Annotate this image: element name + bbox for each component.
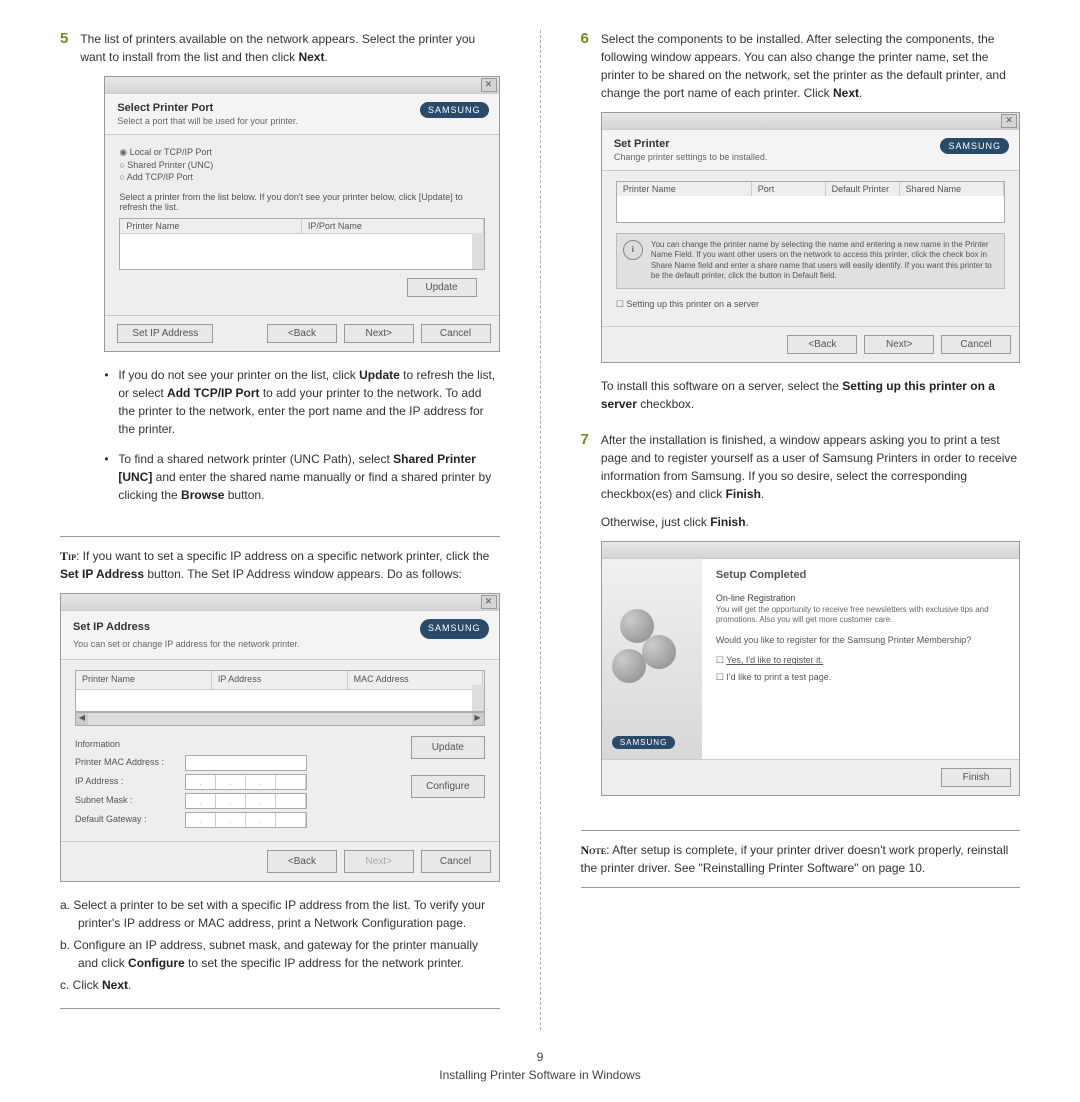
col-printer-name: Printer Name	[120, 219, 302, 233]
step-7: 7 After the installation is finished, a …	[581, 431, 1021, 810]
samsung-logo: SAMSUNG	[612, 736, 675, 749]
scrollbar[interactable]	[472, 233, 484, 269]
step-a: a. Select a printer to be set with a spe…	[60, 896, 500, 932]
finish-button[interactable]: Finish	[941, 768, 1011, 787]
col-ip-port: IP/Port Name	[302, 219, 484, 233]
mac-label: Printer MAC Address :	[75, 756, 185, 770]
tip-box: Tip: If you want to set a specific IP ad…	[60, 536, 500, 1009]
next-button[interactable]: Next>	[344, 324, 414, 343]
bullet-shared: To find a shared network printer (UNC Pa…	[104, 450, 499, 504]
cancel-button[interactable]: Cancel	[421, 324, 491, 343]
step-7-otherwise: Otherwise, just click Finish.	[601, 513, 1020, 531]
post-step6-text: To install this software on a server, se…	[601, 377, 1020, 413]
step-number: 7	[581, 431, 589, 810]
close-icon[interactable]: ✕	[481, 595, 497, 609]
bullet-update: If you do not see your printer on the li…	[104, 366, 499, 438]
page-footer: 9 Installing Printer Software in Windows	[0, 1050, 1080, 1102]
next-button: Next>	[344, 850, 414, 873]
step-b: b. Configure an IP address, subnet mask,…	[60, 936, 500, 972]
mask-field[interactable]: ...	[185, 793, 307, 809]
server-checkbox[interactable]: Setting up this printer on a server	[616, 299, 1005, 310]
radio-shared-unc[interactable]: Shared Printer (UNC)	[119, 160, 484, 170]
ip-field[interactable]: ...	[185, 774, 307, 790]
dialog-set-ip: ✕ Set IP Address You can set or change I…	[60, 593, 500, 882]
step-7-text: After the installation is finished, a wi…	[601, 431, 1020, 503]
update-button[interactable]: Update	[407, 278, 477, 297]
hint-text: Select a printer from the list below. If…	[119, 192, 484, 212]
col-port: Port	[752, 182, 826, 196]
step-c: c. Click Next.	[60, 976, 500, 994]
ip-printer-grid[interactable]: Printer NameIP AddressMAC Address	[75, 670, 485, 712]
step-6-text: Select the components to be installed. A…	[601, 30, 1020, 102]
registration-question: Would you like to register for the Samsu…	[716, 635, 1005, 645]
note-box: Note: After setup is complete, if your p…	[581, 830, 1021, 888]
col-printer-name: Printer Name	[617, 182, 752, 196]
testpage-checkbox[interactable]: I'd like to print a test page.	[716, 672, 1005, 683]
col-ip-address: IP Address	[212, 671, 348, 689]
step-5-text: The list of printers available on the ne…	[80, 30, 499, 66]
set-ip-button[interactable]: Set IP Address	[117, 324, 213, 343]
dialog-select-printer-port: ✕ Select Printer Port Select a port that…	[104, 76, 499, 352]
back-button[interactable]: <Back	[267, 850, 337, 873]
step-5: 5 The list of printers available on the …	[60, 30, 500, 516]
info-label: Information	[75, 738, 397, 752]
step-number: 6	[581, 30, 589, 423]
samsung-logo: SAMSUNG	[420, 102, 489, 118]
registration-text: You will get the opportunity to receive …	[716, 605, 1005, 626]
step-6: 6 Select the components to be installed.…	[581, 30, 1021, 423]
setup-completed-title: Setup Completed	[716, 569, 1005, 581]
registration-heading: On-line Registration	[716, 593, 1005, 603]
register-checkbox[interactable]: Yes, I'd like to register it.	[716, 655, 1005, 666]
samsung-logo: SAMSUNG	[420, 619, 489, 639]
col-printer-name: Printer Name	[76, 671, 212, 689]
radio-add-tcpip[interactable]: Add TCP/IP Port	[119, 172, 484, 182]
mac-field[interactable]	[185, 755, 307, 771]
gw-field[interactable]: ...	[185, 812, 307, 828]
cancel-button[interactable]: Cancel	[941, 335, 1011, 354]
page-number: 9	[0, 1050, 1080, 1064]
col-mac-address: MAC Address	[348, 671, 484, 689]
gw-label: Default Gateway :	[75, 813, 185, 827]
printer-list-grid[interactable]: Printer NameIP/Port Name	[119, 218, 484, 270]
samsung-logo: SAMSUNG	[940, 138, 1009, 154]
step-number: 5	[60, 30, 68, 516]
info-panel: i You can change the printer name by sel…	[616, 233, 1005, 289]
back-button[interactable]: <Back	[787, 335, 857, 354]
info-icon: i	[623, 240, 643, 260]
mask-label: Subnet Mask :	[75, 794, 185, 808]
dialog-subtitle: You can set or change IP address for the…	[73, 638, 487, 652]
dialog-set-printer: ✕ Set Printer Change printer settings to…	[601, 112, 1020, 363]
dialog-setup-complete: SAMSUNG Setup Completed On-line Registra…	[601, 541, 1020, 796]
close-icon[interactable]: ✕	[1001, 114, 1017, 128]
update-button[interactable]: Update	[411, 736, 484, 759]
next-button[interactable]: Next>	[864, 335, 934, 354]
col-shared: Shared Name	[900, 182, 1004, 196]
wizard-graphic: SAMSUNG	[602, 559, 702, 759]
cancel-button[interactable]: Cancel	[421, 850, 491, 873]
close-icon[interactable]: ✕	[481, 78, 497, 92]
scrollbar[interactable]	[472, 685, 484, 711]
radio-local-port[interactable]: Local or TCP/IP Port	[119, 147, 484, 158]
set-printer-grid[interactable]: Printer Name Port Default Printer Shared…	[616, 181, 1005, 223]
ip-label: IP Address :	[75, 775, 185, 789]
col-default: Default Printer	[826, 182, 900, 196]
back-button[interactable]: <Back	[267, 324, 337, 343]
configure-button[interactable]: Configure	[411, 775, 484, 798]
scrollbar-horizontal[interactable]: ◀▶	[75, 712, 485, 726]
